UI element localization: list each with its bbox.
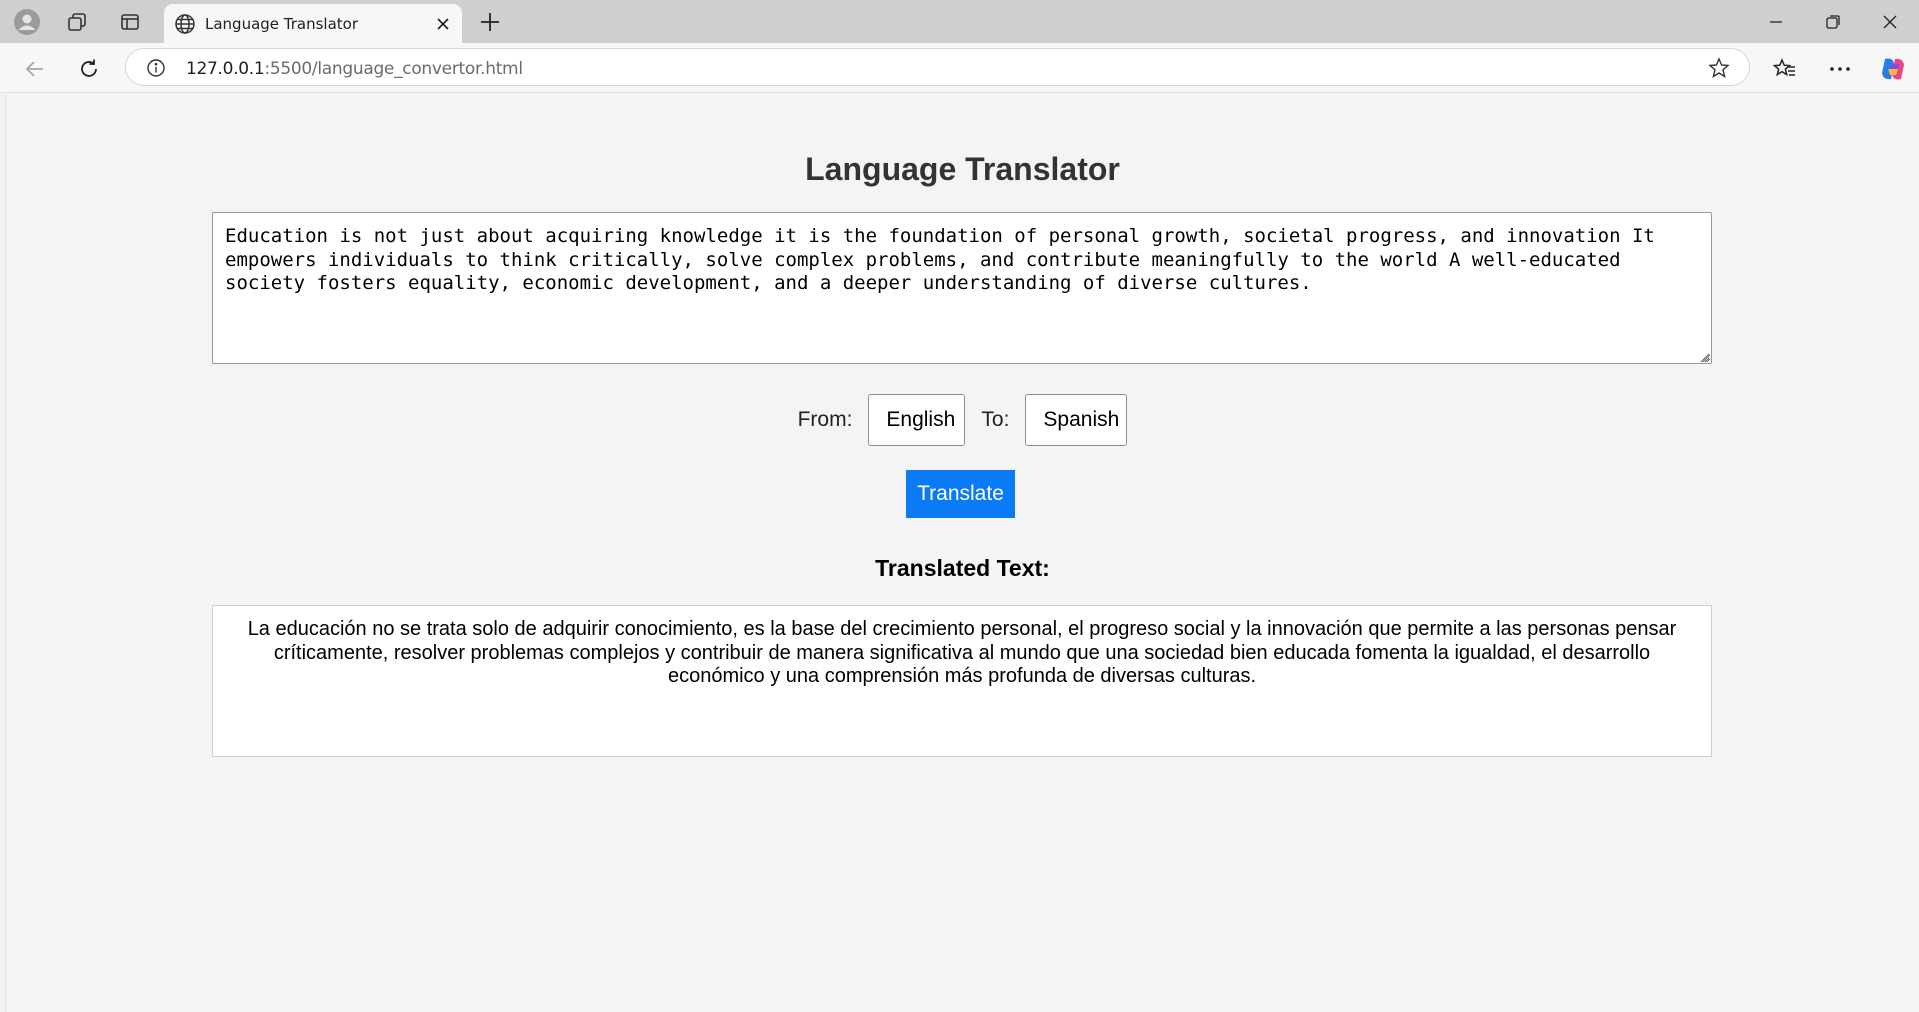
close-window-icon[interactable] — [1870, 8, 1910, 36]
back-icon[interactable] — [20, 54, 50, 84]
address-bar[interactable]: 127.0.0.1:5500/language_convertor.html — [125, 48, 1750, 86]
url-host: 127.0.0.1 — [186, 59, 265, 79]
star-icon[interactable] — [1708, 57, 1730, 79]
to-language-value: Spanish — [1043, 408, 1120, 431]
url-path: :5500/language_convertor.html — [264, 59, 523, 79]
copilot-icon[interactable] — [1878, 54, 1908, 84]
collections-icon[interactable] — [62, 7, 92, 36]
info-icon[interactable] — [146, 58, 166, 78]
translate-button[interactable]: Translate — [906, 470, 1015, 518]
page-title: Language Translator — [805, 151, 1120, 187]
resize-grip-icon[interactable] — [1698, 350, 1710, 363]
tab-language-translator[interactable]: Language Translator — [164, 4, 462, 43]
refresh-icon[interactable] — [74, 54, 104, 84]
tab-title: Language Translator — [205, 15, 359, 33]
favorites-icon[interactable] — [1770, 54, 1800, 84]
restore-icon[interactable] — [1813, 8, 1853, 36]
url-text[interactable]: 127.0.0.1:5500/language_convertor.html — [186, 59, 523, 79]
from-label: From: — [797, 408, 853, 431]
browser-titlebar: Language Translator — [0, 0, 1919, 43]
profile-icon[interactable] — [12, 7, 42, 36]
minimize-icon[interactable] — [1756, 8, 1796, 36]
plus-icon[interactable] — [478, 10, 502, 34]
to-language-select[interactable]: Spanish — [1025, 394, 1128, 446]
address-bar-row: 127.0.0.1:5500/language_convertor.html — [0, 43, 1919, 93]
translated-text-output: La educación no se trata solo de adquiri… — [212, 605, 1712, 757]
language-controls: From: English To: Spanish — [6, 394, 1919, 446]
globe-icon — [174, 13, 196, 35]
close-icon[interactable] — [434, 15, 452, 33]
from-language-select[interactable]: English — [868, 394, 966, 446]
source-text-input[interactable]: Education is not just about acquiring kn… — [212, 212, 1712, 364]
result-heading: Translated Text: — [875, 555, 1050, 581]
tab-actions-icon[interactable] — [115, 7, 145, 36]
more-icon[interactable] — [1825, 54, 1855, 84]
page-content: Language Translator Education is not jus… — [5, 94, 1919, 1012]
to-label: To: — [981, 408, 1010, 431]
from-language-value: English — [886, 408, 956, 431]
